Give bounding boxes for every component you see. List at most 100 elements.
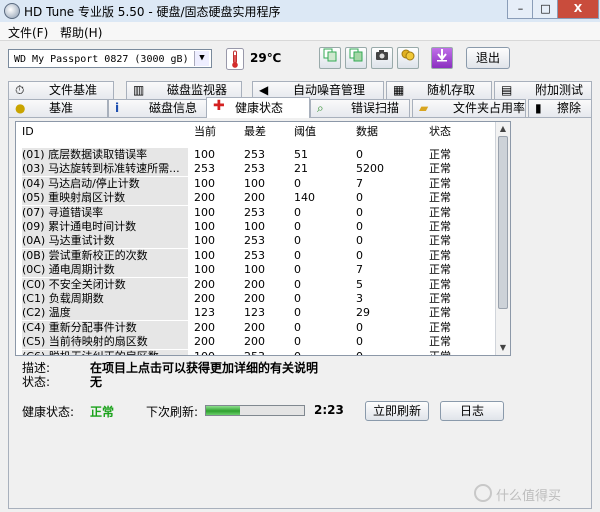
copy-icon[interactable] [319, 47, 341, 69]
attr-status: 正常 [429, 162, 451, 176]
tab-disk-info[interactable]: i 磁盘信息 [108, 99, 208, 117]
tab-extra-tests[interactable]: ▤ 附加测试 [494, 81, 592, 99]
attr-data: 0 [356, 248, 363, 262]
table-row[interactable]: (09) 累计通电时间计数 100 100 0 0 正常 [16, 220, 497, 234]
attr-data: 0 [356, 205, 363, 219]
drive-select[interactable]: WD My Passport 0827 (3000 gB) ▼ [8, 49, 212, 68]
attr-threshold: 0 [294, 234, 301, 248]
maximize-button[interactable]: □ [532, 0, 559, 19]
health-status-value: 正常 [90, 405, 115, 419]
attr-current: 200 [194, 292, 215, 305]
info-icon: i [115, 101, 120, 115]
attr-status: 正常 [429, 176, 451, 190]
attr-threshold: 0 [294, 248, 301, 262]
refresh-progress-bar [205, 405, 305, 416]
attr-current: 200 [194, 191, 215, 205]
log-button[interactable]: 日志 [440, 401, 504, 421]
table-row[interactable]: (0B) 尝试重新校正的次数 100 253 0 0 正常 [16, 248, 497, 263]
tab-error-scan[interactable]: ⌕ 错误扫描 [310, 99, 410, 117]
header-threshold[interactable]: 阈值 [294, 125, 316, 139]
attr-threshold: 0 [294, 220, 301, 233]
attr-threshold: 0 [294, 205, 301, 219]
list-scrollbar[interactable]: ▲ ▼ [495, 122, 510, 355]
title-bar: HD Tune 专业版 5.50 - 硬盘/固态硬盘实用程序 – □ X [0, 0, 600, 23]
refresh-progress-fill [206, 406, 241, 415]
refresh-now-button[interactable]: 立即刷新 [365, 401, 429, 421]
attr-current: 200 [194, 335, 215, 349]
menu-file[interactable]: 文件(F) [8, 24, 48, 41]
download-arrow-icon[interactable] [431, 47, 453, 69]
table-row[interactable]: (0A) 马达重试计数 100 253 0 0 正常 [16, 234, 497, 249]
state-value: 无 [90, 375, 103, 389]
attr-current: 200 [194, 277, 215, 291]
table-row[interactable]: (0C) 通电周期计数 100 100 0 7 正常 [16, 263, 497, 278]
attr-name: (0B) 尝试重新校正的次数 [22, 248, 188, 263]
header-id[interactable]: ID [22, 125, 188, 139]
trash-icon: ▮ [535, 101, 542, 115]
attr-status: 正常 [429, 306, 451, 320]
drive-select-value: WD My Passport 0827 (3000 gB) [14, 54, 189, 65]
lightbulb-icon: ● [15, 101, 26, 115]
table-row[interactable]: (03) 马达旋转到标准转速所需... 253 253 21 5200 正常 [16, 162, 497, 177]
attr-name: (09) 累计通电时间计数 [22, 220, 188, 234]
attr-worst: 200 [244, 335, 265, 349]
tab-health[interactable]: ✚ 健康状态 [206, 97, 310, 118]
attr-worst: 253 [244, 148, 265, 161]
menu-help[interactable]: 帮助(H) [60, 24, 102, 41]
attr-data: 5200 [356, 162, 384, 176]
header-current[interactable]: 当前 [194, 125, 216, 139]
state-label: 状态: [22, 375, 51, 389]
attr-threshold: 0 [294, 176, 301, 190]
folder-icon: ▰ [419, 101, 429, 115]
attr-current: 100 [194, 248, 215, 262]
tab-random-access[interactable]: ▦ 随机存取 [386, 81, 492, 99]
list-header: ID 当前 最差 阈值 数据 状态 [16, 125, 497, 139]
table-row[interactable]: (04) 马达启动/停止计数 100 100 0 7 正常 [16, 176, 497, 191]
attr-worst: 123 [244, 306, 265, 320]
scroll-down-icon[interactable]: ▼ [497, 342, 509, 354]
table-row[interactable]: (07) 寻道错误率 100 253 0 0 正常 [16, 205, 497, 220]
coins-icon[interactable] [397, 47, 419, 69]
magnifier-icon: ⌕ [317, 101, 324, 115]
table-row[interactable]: (C2) 温度 123 123 0 29 正常 [16, 306, 497, 321]
attr-threshold: 0 [294, 320, 301, 334]
tab-file-benchmark[interactable]: ⏱ 文件基准 [8, 81, 114, 99]
table-row[interactable]: (C0) 不安全关闭计数 200 200 0 5 正常 [16, 277, 497, 292]
attr-status: 正常 [429, 234, 451, 248]
attr-data: 0 [356, 234, 363, 248]
attr-status: 正常 [429, 205, 451, 219]
tab-benchmark[interactable]: ● 基准 [8, 99, 108, 117]
attr-status: 正常 [429, 320, 451, 334]
copy-all-icon[interactable] [345, 47, 367, 69]
table-row[interactable]: (C5) 当前待映射的扇区数 200 200 0 0 正常 [16, 335, 497, 350]
table-row[interactable]: (C4) 重新分配事件计数 200 200 0 0 正常 [16, 320, 497, 335]
attr-name: (C4) 重新分配事件计数 [22, 320, 188, 335]
table-row[interactable]: (01) 底层数据读取错误率 100 253 51 0 正常 [16, 148, 497, 162]
attr-status: 正常 [429, 191, 451, 205]
attr-name: (0A) 马达重试计数 [22, 234, 188, 249]
attr-name: (03) 马达旋转到标准转速所需... [22, 162, 188, 177]
header-worst[interactable]: 最差 [244, 125, 266, 139]
attr-worst: 100 [244, 176, 265, 190]
watermark-text: 什么值得买 [496, 489, 562, 504]
attr-data: 29 [356, 306, 370, 320]
tab-erase[interactable]: ▮ 擦除 [528, 99, 592, 117]
chevron-down-icon[interactable]: ▼ [194, 51, 209, 66]
close-button[interactable]: X [557, 0, 599, 19]
minimize-button[interactable]: – [507, 0, 534, 19]
attr-current: 100 [194, 234, 215, 248]
header-data[interactable]: 数据 [356, 125, 378, 139]
table-row[interactable]: (05) 重映射扇区计数 200 200 140 0 正常 [16, 191, 497, 206]
camera-icon[interactable] [371, 47, 393, 69]
next-refresh-label: 下次刷新: [146, 405, 199, 419]
table-row[interactable]: (C6) 脱机无法纠正的扇区数 100 253 0 0 正常 [16, 349, 497, 355]
smart-attribute-list[interactable]: ID 当前 最差 阈值 数据 状态 (01) 底层数据读取错误率 100 253 51… [15, 121, 511, 356]
tab-folder-usage[interactable]: ▰ 文件夹占用率 [412, 99, 526, 117]
header-status[interactable]: 状态 [429, 125, 451, 139]
attr-current: 100 [194, 176, 215, 190]
scroll-thumb[interactable] [498, 136, 508, 309]
menu-bar: 文件(F) 帮助(H) [0, 22, 600, 40]
exit-button[interactable]: 退出 [466, 47, 510, 69]
scroll-up-icon[interactable]: ▲ [497, 123, 509, 135]
table-row[interactable]: (C1) 负载周期数 200 200 0 3 正常 [16, 292, 497, 306]
